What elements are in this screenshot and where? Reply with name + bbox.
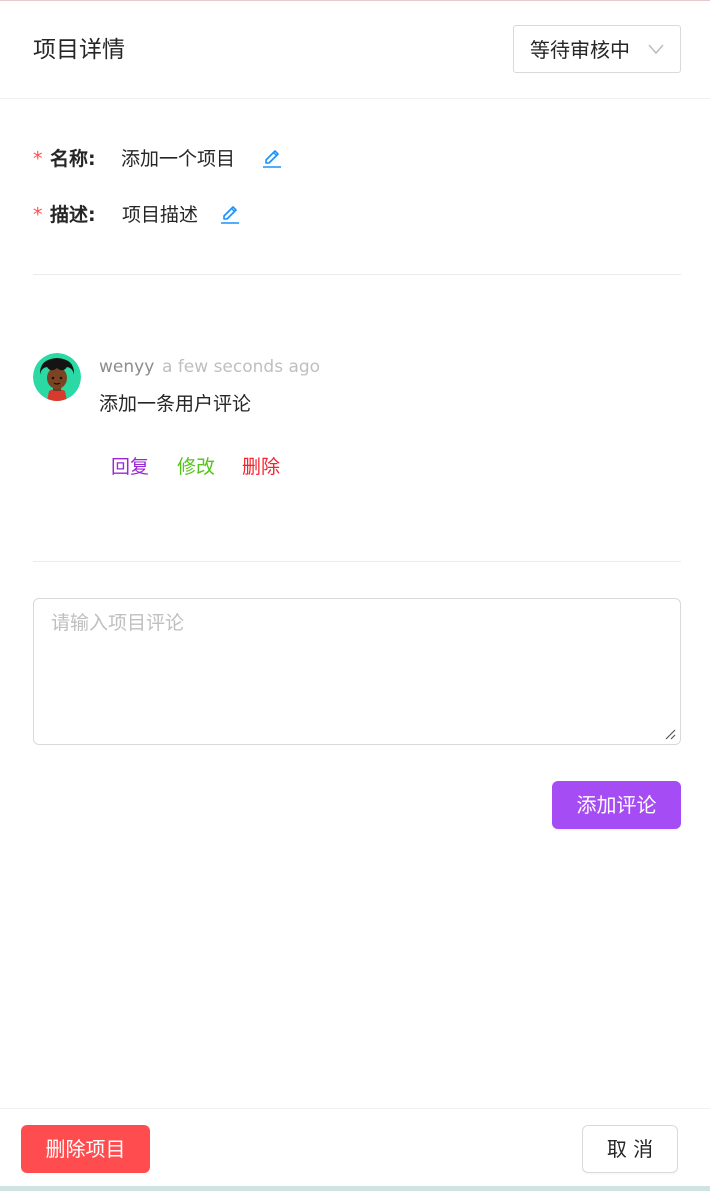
pencil-icon[interactable] xyxy=(262,148,282,170)
required-mark: * xyxy=(33,204,43,226)
field-name-label: 名称: xyxy=(50,148,96,170)
field-name-value: 添加一个项目 xyxy=(121,148,236,170)
project-detail-panel: 项目详情 等待审核中 * 名称: 添加一个项目 * 描述: 项目描述 wenyy… xyxy=(0,0,710,1191)
status-select-value: 等待审核中 xyxy=(530,38,630,62)
avatar[interactable] xyxy=(33,353,81,401)
status-select[interactable]: 等待审核中 xyxy=(513,25,681,73)
comment-author: wenyy xyxy=(99,357,155,377)
cancel-button[interactable]: 取 消 xyxy=(582,1125,678,1173)
panel-header: 项目详情 等待审核中 xyxy=(0,1,710,99)
delete-project-button[interactable]: 删除项目 xyxy=(21,1125,150,1173)
divider xyxy=(33,561,681,562)
required-mark: * xyxy=(33,148,43,170)
bottom-strip xyxy=(0,1186,710,1191)
delete-comment-button[interactable]: 删除 xyxy=(242,454,280,480)
field-description-value: 项目描述 xyxy=(122,204,199,226)
comment-time: a few seconds ago xyxy=(162,357,321,377)
pencil-icon[interactable] xyxy=(220,204,240,226)
resize-grip-icon[interactable] xyxy=(664,728,676,740)
comment-content: 添加一条用户评论 xyxy=(99,393,252,415)
add-comment-button[interactable]: 添加评论 xyxy=(552,781,681,829)
page-title: 项目详情 xyxy=(33,37,125,63)
edit-comment-button[interactable]: 修改 xyxy=(177,454,215,480)
chevron-down-icon xyxy=(648,44,664,55)
field-description-label: 描述: xyxy=(50,204,96,226)
comment-textarea[interactable] xyxy=(33,598,681,745)
reply-button[interactable]: 回复 xyxy=(111,454,149,480)
panel-footer: 删除项目 取 消 xyxy=(0,1108,710,1186)
divider xyxy=(33,274,681,275)
